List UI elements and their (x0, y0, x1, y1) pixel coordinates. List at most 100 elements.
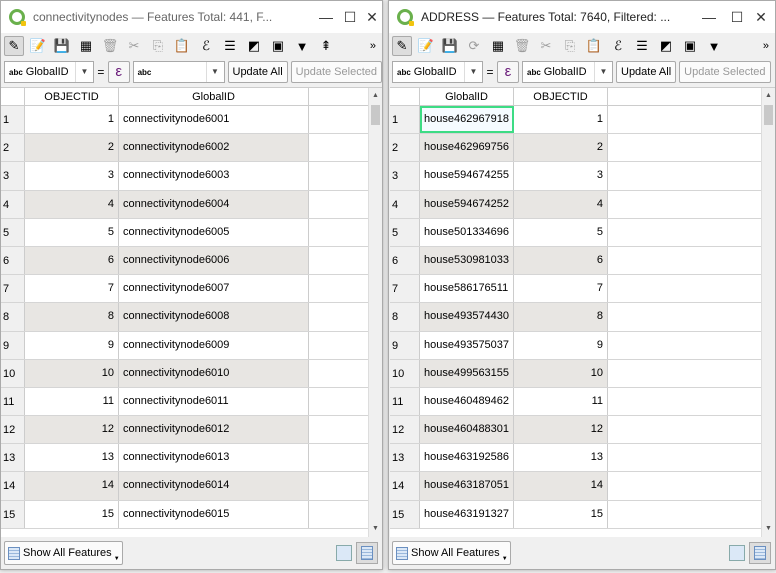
filter-button[interactable]: ▼ (704, 36, 724, 56)
reload-button[interactable]: ⟳ (464, 36, 484, 56)
copy-button[interactable]: ⎘ (560, 36, 580, 56)
maximize-button[interactable]: ☐ (727, 7, 747, 27)
cut-button[interactable]: ✂ (536, 36, 556, 56)
paste-button[interactable]: 📋 (584, 36, 604, 56)
vertical-scrollbar[interactable]: ▲ ▼ (761, 88, 775, 537)
table-view-button[interactable] (749, 542, 771, 564)
add-row-button[interactable]: ▦ (76, 36, 96, 56)
table-cell[interactable]: 4 (514, 190, 608, 218)
table-cell[interactable]: 15 (514, 500, 608, 528)
row-header[interactable]: 7 (390, 275, 420, 303)
row-header[interactable]: 6 (1, 246, 25, 275)
table-cell[interactable]: 8 (25, 303, 119, 331)
table-cell[interactable]: house463191327 (420, 500, 514, 528)
table-cell[interactable]: connectivitynode6015 (119, 500, 309, 528)
table-cell[interactable]: connectivitynode6001 (119, 106, 309, 134)
show-all-features-button[interactable]: Show All Features ▼ (392, 541, 511, 565)
table-cell[interactable]: 5 (25, 218, 119, 246)
row-header[interactable]: 8 (1, 303, 25, 331)
row-header[interactable]: 9 (390, 331, 420, 359)
table-cell[interactable]: house501334696 (420, 218, 514, 246)
scroll-up-arrow-icon[interactable]: ▲ (762, 88, 775, 104)
expression-select-button[interactable]: ℰ (196, 36, 216, 56)
table-cell[interactable]: 11 (25, 387, 119, 416)
table-cell[interactable]: connectivitynode6014 (119, 472, 309, 500)
toolbar-overflow-button[interactable]: » (370, 40, 376, 52)
cut-button[interactable]: ✂ (124, 36, 144, 56)
paste-button[interactable]: 📋 (172, 36, 192, 56)
invert-selection-button[interactable]: ◩ (244, 36, 264, 56)
table-cell[interactable]: 8 (514, 303, 608, 331)
table-view-button[interactable] (356, 542, 378, 564)
update-selected-button[interactable]: Update Selected (290, 61, 382, 83)
table-cell[interactable]: connectivitynode6013 (119, 444, 309, 472)
table-cell[interactable]: 2 (25, 134, 119, 162)
table-cell[interactable]: house586176511 (420, 275, 514, 303)
add-row-button[interactable]: ▦ (488, 36, 508, 56)
table-cell[interactable]: connectivitynode6009 (119, 331, 309, 359)
scroll-thumb[interactable] (371, 105, 380, 125)
row-header[interactable]: 10 (390, 359, 420, 387)
toolbar-overflow-button[interactable]: » (763, 40, 769, 52)
scroll-down-arrow-icon[interactable]: ▼ (369, 521, 382, 537)
show-all-features-button[interactable]: Show All Features ▼ (4, 541, 123, 565)
row-header[interactable]: 11 (390, 387, 420, 416)
select-all-button[interactable]: ☰ (632, 36, 652, 56)
row-header[interactable]: 13 (390, 444, 420, 472)
table-cell[interactable]: 15 (25, 500, 119, 528)
table-cell[interactable]: 13 (25, 444, 119, 472)
row-header[interactable]: 5 (390, 218, 420, 246)
table-cell[interactable]: house460488301 (420, 416, 514, 444)
deselect-button[interactable]: ▣ (680, 36, 700, 56)
table-cell[interactable]: 1 (514, 106, 608, 134)
row-header[interactable]: 7 (1, 275, 25, 303)
expression-select-button[interactable]: ℰ (608, 36, 628, 56)
table-cell[interactable]: 6 (25, 246, 119, 275)
table-cell[interactable]: connectivitynode6005 (119, 218, 309, 246)
table-cell[interactable]: house463192586 (420, 444, 514, 472)
row-header[interactable]: 11 (1, 387, 25, 416)
row-header[interactable]: 12 (390, 416, 420, 444)
row-header[interactable]: 12 (1, 416, 25, 444)
table-cell[interactable]: 4 (25, 190, 119, 218)
maximize-button[interactable]: ☐ (340, 7, 360, 27)
table-cell[interactable]: connectivitynode6004 (119, 190, 309, 218)
table-cell[interactable]: connectivitynode6002 (119, 134, 309, 162)
table-cell[interactable]: house499563155 (420, 359, 514, 387)
delete-button[interactable]: 🗑 (100, 36, 120, 56)
form-view-button[interactable] (336, 545, 352, 561)
table-cell[interactable]: house493574430 (420, 303, 514, 331)
multi-edit-button[interactable]: 📝 (28, 36, 48, 56)
column-header[interactable]: OBJECTID (25, 88, 119, 105)
table-cell[interactable]: 3 (514, 162, 608, 190)
column-header[interactable]: GlobalID (119, 88, 309, 105)
table-cell[interactable]: house462967918 (420, 106, 514, 134)
column-header[interactable]: GlobalID (420, 88, 514, 105)
table-cell[interactable]: 7 (514, 275, 608, 303)
row-header[interactable]: 15 (1, 500, 25, 528)
row-header[interactable]: 1 (390, 106, 420, 134)
table-cell[interactable]: house463187051 (420, 472, 514, 500)
table-cell[interactable]: 12 (25, 416, 119, 444)
table-cell[interactable]: 6 (514, 246, 608, 275)
table-cell[interactable]: 5 (514, 218, 608, 246)
table-cell[interactable]: connectivitynode6006 (119, 246, 309, 275)
table-cell[interactable]: house462969756 (420, 134, 514, 162)
scroll-down-arrow-icon[interactable]: ▼ (762, 521, 775, 537)
table-cell[interactable]: 14 (514, 472, 608, 500)
table-cell[interactable]: 10 (25, 359, 119, 387)
row-header[interactable]: 10 (1, 359, 25, 387)
move-to-top-button[interactable]: ⇞ (316, 36, 336, 56)
table-cell[interactable]: house493575037 (420, 331, 514, 359)
table-cell[interactable]: 10 (514, 359, 608, 387)
field-select[interactable]: abc GlobalID ▼ (4, 61, 94, 83)
close-button[interactable]: ✕ (747, 7, 775, 27)
table-cell[interactable]: 13 (514, 444, 608, 472)
table-cell[interactable]: connectivitynode6011 (119, 387, 309, 416)
minimize-button[interactable]: — (316, 7, 336, 27)
table-cell[interactable]: house594674252 (420, 190, 514, 218)
row-header[interactable]: 8 (390, 303, 420, 331)
table-cell[interactable]: 9 (514, 331, 608, 359)
form-view-button[interactable] (729, 545, 745, 561)
scroll-thumb[interactable] (764, 105, 773, 125)
